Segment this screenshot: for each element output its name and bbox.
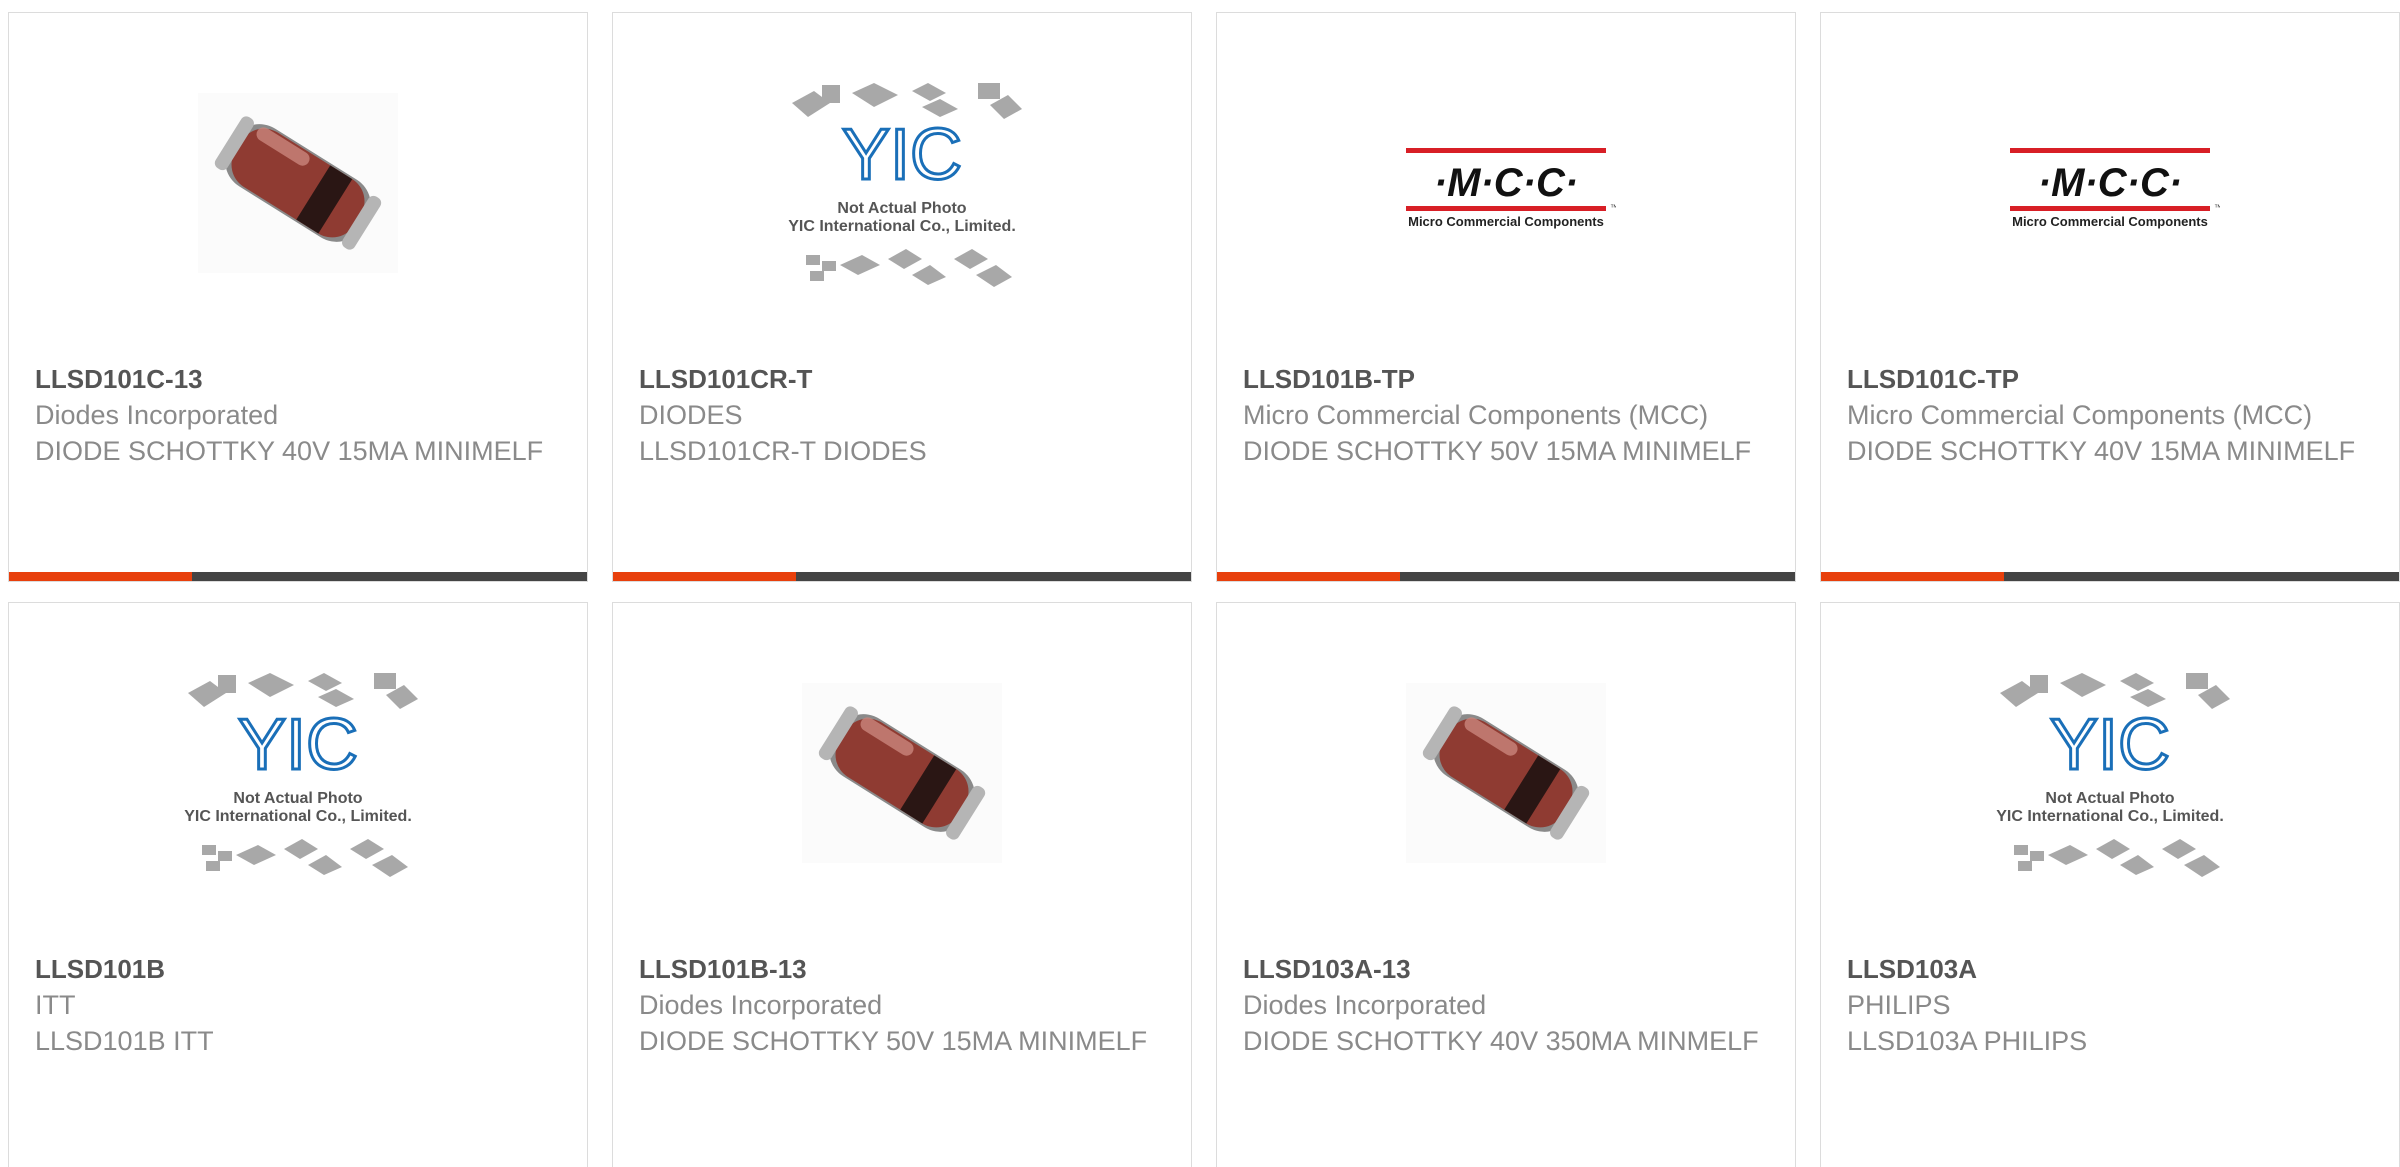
- product-card[interactable]: YIC Not Actual Photo YIC International C…: [1820, 602, 2400, 1167]
- svg-text:™: ™: [1610, 203, 1616, 212]
- svg-text:Micro Commercial Components: Micro Commercial Components: [1408, 214, 1604, 229]
- svg-text:Micro Commercial Components: Micro Commercial Components: [2012, 214, 2208, 229]
- manufacturer: PHILIPS: [1847, 990, 1951, 1020]
- part-number[interactable]: LLSD101C-13: [35, 361, 567, 397]
- manufacturer: DIODES: [639, 400, 743, 430]
- product-image[interactable]: ·M·C·C· ™ Micro Commercial Components: [1217, 13, 1795, 353]
- product-card[interactable]: LLSD101C-13 Diodes Incorporated DIODE SC…: [8, 12, 588, 582]
- svg-text:Not Actual Photo: Not Actual Photo: [837, 200, 966, 217]
- description: LLSD101CR-T DIODES: [639, 436, 927, 466]
- manufacturer: Diodes Incorporated: [1243, 990, 1487, 1020]
- card-bar: [1821, 572, 2399, 581]
- product-card[interactable]: ·M·C·C· ™ Micro Commercial Components LL…: [1216, 12, 1796, 582]
- card-bar: [9, 572, 587, 581]
- svg-text:·M·C·C·: ·M·C·C·: [2038, 161, 2182, 205]
- description: LLSD103A PHILIPS: [1847, 1026, 2088, 1056]
- svg-text:YIC International Co., Limited: YIC International Co., Limited.: [788, 218, 1016, 235]
- card-bar: [613, 572, 1191, 581]
- description: DIODE SCHOTTKY 50V 15MA MINIMELF: [639, 1026, 1148, 1056]
- svg-text:YIC: YIC: [2050, 705, 2170, 785]
- product-image[interactable]: YIC Not Actual Photo YIC International C…: [9, 603, 587, 943]
- svg-text:·M·C·C·: ·M·C·C·: [1434, 161, 1578, 205]
- yic-placeholder-icon: YIC Not Actual Photo YIC International C…: [788, 83, 1022, 287]
- svg-text:Not Actual Photo: Not Actual Photo: [233, 790, 362, 807]
- svg-text:YIC: YIC: [238, 705, 358, 785]
- product-card[interactable]: LLSD101B-13 Diodes Incorporated DIODE SC…: [612, 602, 1192, 1167]
- yic-placeholder-icon: YIC Not Actual Photo YIC International C…: [1996, 673, 2230, 877]
- product-card[interactable]: YIC Not Actual Photo YIC International C…: [8, 602, 588, 1167]
- product-image[interactable]: YIC Not Actual Photo YIC International C…: [613, 13, 1191, 353]
- manufacturer: Diodes Incorporated: [639, 990, 883, 1020]
- manufacturer: Micro Commercial Components (MCC): [1847, 400, 2313, 430]
- description: DIODE SCHOTTKY 40V 350MA MINMELF: [1243, 1026, 1759, 1056]
- product-card[interactable]: ·M·C·C· ™ Micro Commercial Components LL…: [1820, 12, 2400, 582]
- manufacturer: Diodes Incorporated: [35, 400, 279, 430]
- part-number[interactable]: LLSD101C-TP: [1847, 361, 2379, 397]
- description: LLSD101B ITT: [35, 1026, 214, 1056]
- manufacturer: Micro Commercial Components (MCC): [1243, 400, 1709, 430]
- product-image[interactable]: YIC Not Actual Photo YIC International C…: [1821, 603, 2399, 943]
- card-bar: [1217, 572, 1795, 581]
- product-image[interactable]: [9, 13, 587, 353]
- card-bar-accent: [1217, 572, 1400, 581]
- product-image[interactable]: [1217, 603, 1795, 943]
- part-number[interactable]: LLSD103A-13: [1243, 951, 1775, 987]
- description: DIODE SCHOTTKY 40V 15MA MINIMELF: [35, 436, 544, 466]
- card-bar-accent: [613, 572, 796, 581]
- product-card[interactable]: LLSD103A-13 Diodes Incorporated DIODE SC…: [1216, 602, 1796, 1167]
- diode-photo-icon: [198, 93, 398, 273]
- diode-photo-icon: [802, 683, 1002, 863]
- card-bar-accent: [1821, 572, 2004, 581]
- card-bar-accent: [9, 572, 192, 581]
- product-grid: LLSD101C-13 Diodes Incorporated DIODE SC…: [0, 0, 2400, 1167]
- part-number[interactable]: LLSD101B: [35, 951, 567, 987]
- diode-photo-icon: [1406, 683, 1606, 863]
- product-image[interactable]: ·M·C·C· ™ Micro Commercial Components: [1821, 13, 2399, 353]
- part-number[interactable]: LLSD103A: [1847, 951, 2379, 987]
- svg-text:YIC: YIC: [842, 115, 962, 195]
- svg-text:™: ™: [2214, 203, 2220, 212]
- manufacturer: ITT: [35, 990, 76, 1020]
- product-card[interactable]: YIC Not Actual Photo YIC International C…: [612, 12, 1192, 582]
- svg-text:YIC International Co., Limited: YIC International Co., Limited.: [184, 808, 412, 825]
- svg-text:YIC International Co., Limited: YIC International Co., Limited.: [1996, 808, 2224, 825]
- svg-text:Not Actual Photo: Not Actual Photo: [2045, 790, 2174, 807]
- part-number[interactable]: LLSD101B-13: [639, 951, 1171, 987]
- product-image[interactable]: [613, 603, 1191, 943]
- mcc-logo-icon: ·M·C·C· ™ Micro Commercial Components: [2010, 148, 2220, 229]
- part-number[interactable]: LLSD101B-TP: [1243, 361, 1775, 397]
- mcc-logo-icon: ·M·C·C· ™ Micro Commercial Components: [1406, 148, 1616, 229]
- description: DIODE SCHOTTKY 40V 15MA MINIMELF: [1847, 436, 2356, 466]
- part-number[interactable]: LLSD101CR-T: [639, 361, 1171, 397]
- yic-placeholder-icon: YIC Not Actual Photo YIC International C…: [184, 673, 418, 877]
- description: DIODE SCHOTTKY 50V 15MA MINIMELF: [1243, 436, 1752, 466]
